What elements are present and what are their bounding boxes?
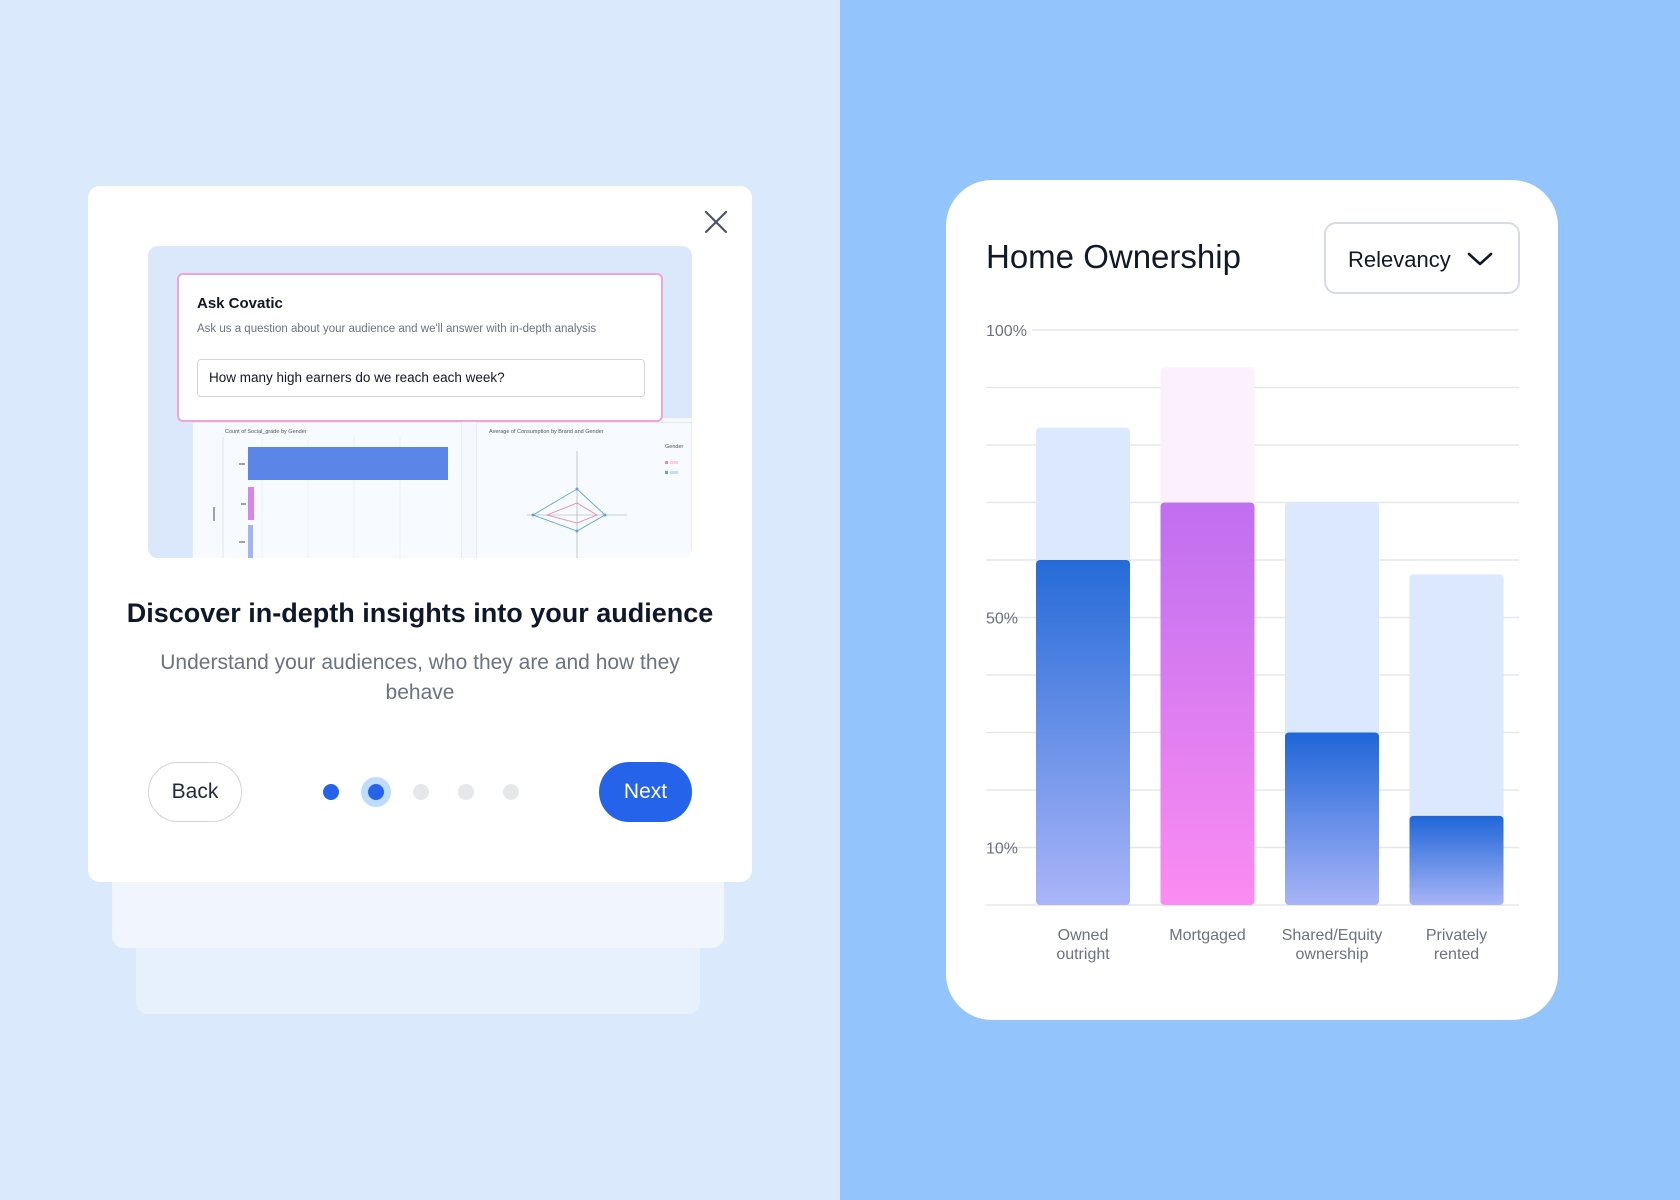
- y-tick-label: 10%: [986, 841, 1018, 858]
- radar-chart-panel: Average of Consumption by Brand and Gend…: [476, 422, 692, 558]
- mini-bar-1: [248, 447, 448, 480]
- step-dot-4[interactable]: [458, 784, 474, 800]
- next-button[interactable]: Next: [599, 762, 692, 822]
- mini-bar-2: [248, 487, 254, 520]
- bar-value: [1160, 502, 1255, 905]
- bar-value: [1409, 815, 1504, 905]
- step-dot-3[interactable]: [413, 784, 429, 800]
- y-tick-label: 100%: [986, 323, 1027, 340]
- modal-heading: Discover in-depth insights into your aud…: [126, 598, 714, 628]
- y-tick-label: 50%: [986, 611, 1018, 628]
- ask-subtitle: Ask us a question about your audience an…: [197, 323, 597, 335]
- mini-radar-chart: [527, 451, 678, 558]
- dashboard-preview: Count of Social_grade by Gender Average …: [192, 418, 692, 558]
- x-tick-label: Mortgaged: [1169, 927, 1246, 944]
- step-dot-5[interactable]: [503, 784, 519, 800]
- x-tick-label: rented: [1434, 946, 1479, 963]
- mini-bar-3: [248, 525, 253, 558]
- x-tick-label: Owned: [1058, 927, 1109, 944]
- ask-title: Ask Covatic: [197, 295, 283, 312]
- bar-value: [1036, 560, 1130, 905]
- x-tick-label: Privately: [1426, 927, 1487, 944]
- ask-covatic-card: Ask Covatic Ask us a question about your…: [177, 273, 663, 422]
- question-input[interactable]: How many high earners do we reach each w…: [197, 359, 645, 397]
- step-dot-2[interactable]: [368, 784, 384, 800]
- x-tick-label: Shared/Equity: [1282, 927, 1383, 944]
- back-button[interactable]: Back: [148, 762, 242, 822]
- close-icon[interactable]: [700, 206, 732, 238]
- modal-subtext: Understand your audiences, who they are …: [160, 651, 680, 704]
- stacked-card-back: [136, 940, 700, 1014]
- bar-chart-panel: Count of Social_grade by Gender: [192, 422, 462, 558]
- step-dot-1[interactable]: [323, 784, 339, 800]
- x-tick-label: outright: [1056, 946, 1110, 963]
- bar-value: [1285, 732, 1379, 905]
- mini-bar-chart: [213, 437, 448, 558]
- x-tick-label: ownership: [1296, 946, 1369, 963]
- home-ownership-chart: 100% 50% 10% Owned outright Mortgaged Shared/E…: [986, 323, 1519, 963]
